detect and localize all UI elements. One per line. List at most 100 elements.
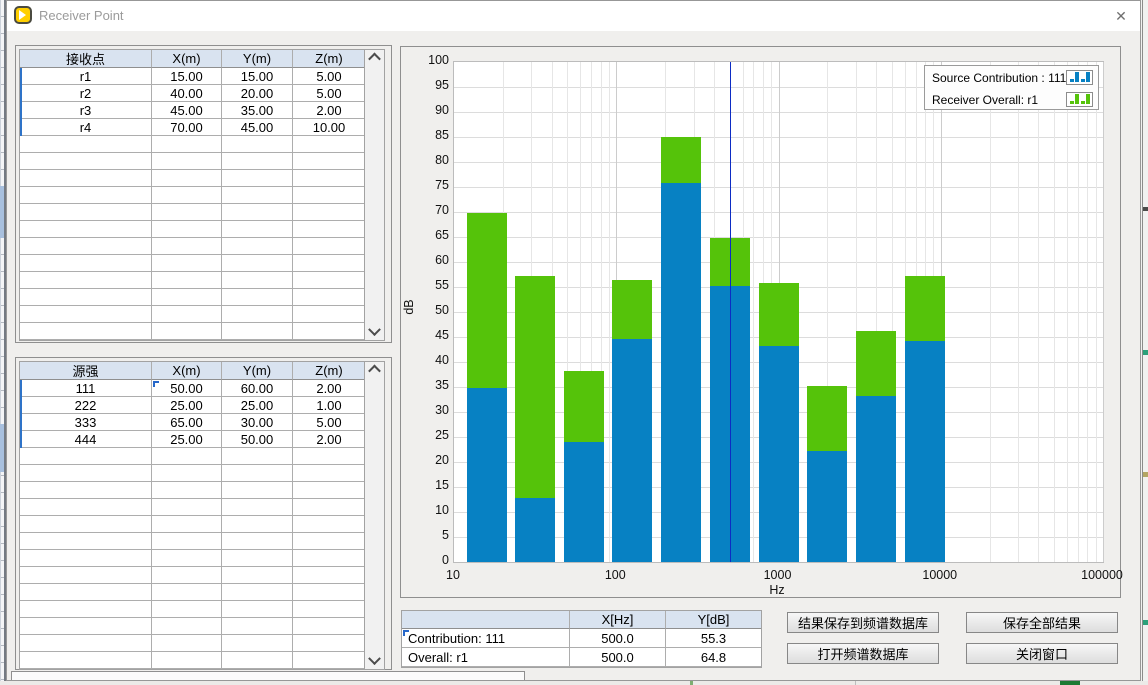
table-cell[interactable] <box>152 635 222 652</box>
table-cell[interactable] <box>20 652 152 669</box>
table-cell[interactable] <box>293 187 365 204</box>
table-cell[interactable] <box>20 187 152 204</box>
table-cell[interactable] <box>152 448 222 465</box>
table-cell[interactable] <box>222 482 293 499</box>
table-cell[interactable] <box>20 289 152 306</box>
table-cell[interactable] <box>20 272 152 289</box>
legend-item[interactable]: Receiver Overall: r1 <box>925 89 1098 110</box>
table-cell[interactable] <box>293 221 365 238</box>
table-cell[interactable] <box>152 482 222 499</box>
table-cell[interactable] <box>293 533 365 550</box>
table-cell[interactable] <box>293 323 365 340</box>
close-window-button[interactable]: 关闭窗口 <box>966 643 1118 664</box>
table-cell[interactable]: r4 <box>20 119 152 136</box>
table-cell[interactable] <box>152 499 222 516</box>
table-cell[interactable] <box>293 136 365 153</box>
table-cell[interactable] <box>20 499 152 516</box>
table-cell[interactable]: 444 <box>20 431 152 448</box>
table-cell[interactable]: 2.00 <box>293 431 365 448</box>
chart-cursor[interactable] <box>730 62 731 562</box>
table-cell[interactable] <box>152 550 222 567</box>
table-cell[interactable] <box>222 533 293 550</box>
table-cell[interactable] <box>293 567 365 584</box>
table-cell[interactable] <box>20 516 152 533</box>
table-cell[interactable] <box>20 323 152 340</box>
save-all-results-button[interactable]: 保存全部结果 <box>966 612 1118 633</box>
table-cell[interactable] <box>20 306 152 323</box>
table-cell[interactable] <box>293 289 365 306</box>
table-cell[interactable] <box>293 306 365 323</box>
table-cell[interactable]: 45.00 <box>222 119 293 136</box>
table-cell[interactable] <box>222 306 293 323</box>
table-cell[interactable] <box>293 255 365 272</box>
table-cell[interactable] <box>222 323 293 340</box>
table-cell[interactable] <box>222 635 293 652</box>
table-cell[interactable]: 30.00 <box>222 414 293 431</box>
table-cell[interactable]: 25.00 <box>152 397 222 414</box>
table-cell[interactable] <box>222 448 293 465</box>
table-cell[interactable]: 50.00 <box>152 380 222 397</box>
table-cell[interactable] <box>20 567 152 584</box>
table-cell[interactable] <box>222 170 293 187</box>
table-cell[interactable] <box>222 550 293 567</box>
table-cell[interactable] <box>152 567 222 584</box>
table-cell[interactable] <box>152 516 222 533</box>
table-cell[interactable]: 2.00 <box>293 380 365 397</box>
table-cell[interactable] <box>152 584 222 601</box>
table-cell[interactable] <box>152 136 222 153</box>
scroll-down-icon[interactable] <box>365 325 384 340</box>
save-to-spectrum-db-button[interactable]: 结果保存到频谱数据库 <box>787 612 939 633</box>
table-cell[interactable]: 20.00 <box>222 85 293 102</box>
table-cell[interactable] <box>222 136 293 153</box>
table-cell[interactable] <box>293 635 365 652</box>
table-cell[interactable] <box>293 170 365 187</box>
table-cell[interactable] <box>222 516 293 533</box>
table-cell[interactable]: 25.00 <box>222 397 293 414</box>
table-cell[interactable] <box>222 499 293 516</box>
table-cell[interactable] <box>293 153 365 170</box>
table-cell[interactable]: 222 <box>20 397 152 414</box>
table-cell[interactable] <box>293 448 365 465</box>
table-cell[interactable] <box>222 272 293 289</box>
table-cell[interactable]: r2 <box>20 85 152 102</box>
table-cell[interactable]: 40.00 <box>152 85 222 102</box>
table-cell[interactable] <box>152 289 222 306</box>
table-cell[interactable] <box>152 618 222 635</box>
table-cell[interactable] <box>293 465 365 482</box>
table-cell[interactable] <box>222 238 293 255</box>
table-cell[interactable] <box>20 153 152 170</box>
table-cell[interactable] <box>152 187 222 204</box>
open-spectrum-db-button[interactable]: 打开频谱数据库 <box>787 643 939 664</box>
table-cell[interactable] <box>20 601 152 618</box>
table-cell[interactable] <box>152 601 222 618</box>
table-cell[interactable] <box>152 533 222 550</box>
table-cell[interactable] <box>20 255 152 272</box>
table-cell[interactable] <box>20 448 152 465</box>
table-cell[interactable]: 111 <box>20 380 152 397</box>
table-cell[interactable] <box>20 550 152 567</box>
table-cell[interactable] <box>222 289 293 306</box>
table-cell[interactable] <box>293 272 365 289</box>
table-cell[interactable] <box>222 465 293 482</box>
table-cell[interactable]: 15.00 <box>152 68 222 85</box>
table-cell[interactable]: 35.00 <box>222 102 293 119</box>
table-cell[interactable] <box>20 204 152 221</box>
table-cell[interactable] <box>293 584 365 601</box>
table-cell[interactable] <box>152 170 222 187</box>
table-cell[interactable] <box>222 221 293 238</box>
table-cell[interactable]: 5.00 <box>293 68 365 85</box>
receiver-table-scrollbar[interactable] <box>364 49 385 341</box>
table-cell[interactable] <box>20 635 152 652</box>
table-cell[interactable] <box>222 601 293 618</box>
table-cell[interactable] <box>222 618 293 635</box>
table-cell[interactable]: r1 <box>20 68 152 85</box>
table-cell[interactable] <box>20 170 152 187</box>
table-cell[interactable] <box>293 516 365 533</box>
table-cell[interactable] <box>152 221 222 238</box>
table-cell[interactable]: 50.00 <box>222 431 293 448</box>
table-cell[interactable] <box>222 187 293 204</box>
table-cell[interactable] <box>293 499 365 516</box>
table-cell[interactable]: 70.00 <box>152 119 222 136</box>
window-close-icon[interactable]: ✕ <box>1110 6 1132 26</box>
table-cell[interactable]: r3 <box>20 102 152 119</box>
